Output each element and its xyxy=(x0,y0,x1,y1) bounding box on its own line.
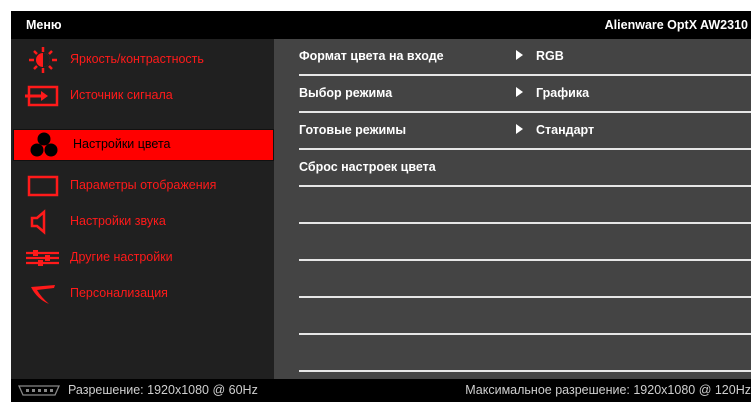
sidebar-item-label: Другие настройки xyxy=(70,250,173,264)
sidebar-item-color-settings[interactable]: Настройки цвета xyxy=(13,129,274,161)
sidebar-item-label: Источник сигнала xyxy=(70,88,173,102)
setting-label: Сброс настроек цвета xyxy=(299,160,436,174)
color-circles-icon xyxy=(24,132,64,158)
setting-row-reset-color[interactable]: Сброс настроек цвета xyxy=(299,150,751,187)
display-rectangle-icon xyxy=(23,173,63,199)
sidebar-item-brightness-contrast[interactable]: Яркость/контрастность xyxy=(11,44,274,76)
setting-value-text: Стандарт xyxy=(536,123,595,137)
sun-brightness-icon xyxy=(23,47,63,73)
settings-panel: Формат цвета на входе RGB Выбор режима Г… xyxy=(274,39,751,379)
sidebar-item-audio-settings[interactable]: Настройки звука xyxy=(11,206,274,238)
setting-row-empty xyxy=(299,335,751,372)
setting-value-text: Графика xyxy=(536,86,590,100)
personalize-icon xyxy=(23,281,63,307)
sidebar-item-display-settings[interactable]: Параметры отображения xyxy=(11,170,274,202)
setting-row-empty xyxy=(299,261,751,298)
sidebar: Яркость/контрастность Источник сигнала Н… xyxy=(11,39,274,379)
triangle-right-icon xyxy=(516,50,523,60)
setting-label: Формат цвета на входе xyxy=(299,49,444,63)
setting-row-mode-selection[interactable]: Выбор режима Графика xyxy=(299,76,751,113)
setting-label: Готовые режимы xyxy=(299,123,407,137)
setting-row-input-color-format[interactable]: Формат цвета на входе RGB xyxy=(299,39,751,76)
triangle-right-icon xyxy=(516,124,523,134)
current-resolution: Разрешение: 1920x1080 @ 60Hz xyxy=(16,383,258,397)
sidebar-item-personalize[interactable]: Персонализация xyxy=(11,278,274,310)
sidebar-item-label: Настройки цвета xyxy=(73,137,171,151)
status-bar: Разрешение: 1920x1080 @ 60Hz Максимально… xyxy=(11,379,751,402)
connector-icon xyxy=(16,385,62,396)
max-resolution: Максимальное разрешение: 1920x1080 @ 120… xyxy=(465,383,751,397)
header-bar: Меню Alienware OptX AW2310 xyxy=(11,11,751,39)
sidebar-item-label: Персонализация xyxy=(70,286,168,300)
setting-row-empty xyxy=(299,298,751,335)
triangle-right-icon xyxy=(516,87,523,97)
setting-label: Выбор режима xyxy=(299,86,393,100)
speaker-icon xyxy=(23,209,63,235)
sliders-icon xyxy=(23,245,63,271)
sidebar-item-label: Настройки звука xyxy=(70,214,166,228)
current-resolution-text: Разрешение: 1920x1080 @ 60Hz xyxy=(68,383,258,397)
input-source-icon xyxy=(23,83,63,109)
sidebar-item-other-settings[interactable]: Другие настройки xyxy=(11,242,274,274)
setting-value-text: RGB xyxy=(536,49,564,63)
setting-row-empty xyxy=(299,224,751,261)
setting-row-preset-modes[interactable]: Готовые режимы Стандарт xyxy=(299,113,751,150)
monitor-model: Alienware OptX AW2310 xyxy=(604,18,748,32)
sidebar-item-input-source[interactable]: Источник сигнала xyxy=(11,80,274,112)
setting-row-empty xyxy=(299,187,751,224)
sidebar-item-label: Параметры отображения xyxy=(70,178,217,192)
sidebar-item-label: Яркость/контрастность xyxy=(70,52,204,66)
osd-menu-window: Меню Alienware OptX AW2310 Яркость/контр… xyxy=(11,11,751,402)
menu-title: Меню xyxy=(26,18,62,32)
